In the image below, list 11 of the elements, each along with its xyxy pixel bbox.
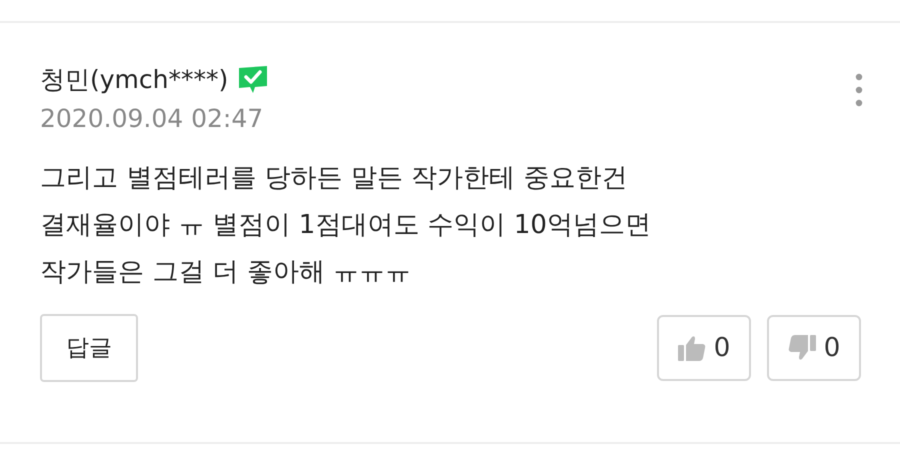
more-options-icon[interactable]: [855, 73, 863, 107]
thumbs-up-icon: [678, 335, 706, 361]
dislike-count: 0: [824, 332, 840, 364]
like-count: 0: [714, 332, 730, 364]
comment-text: 그리고 별점테러를 당하든 말든 작가한테 중요한건 결재율이야 ㅠ 별점이 1점대여도 수익이 10억넘으면 작가들은 그걸 더 좋아해 ㅠㅠㅠ: [40, 162, 652, 289]
dislike-button[interactable]: 0: [767, 315, 861, 381]
author-name: 청민(ymch****): [40, 64, 228, 96]
like-button[interactable]: 0: [657, 315, 751, 381]
reply-button[interactable]: 답글: [40, 314, 138, 382]
thumbs-down-icon: [788, 335, 816, 361]
comment-date: 2020.09.04 02:47: [40, 103, 264, 135]
